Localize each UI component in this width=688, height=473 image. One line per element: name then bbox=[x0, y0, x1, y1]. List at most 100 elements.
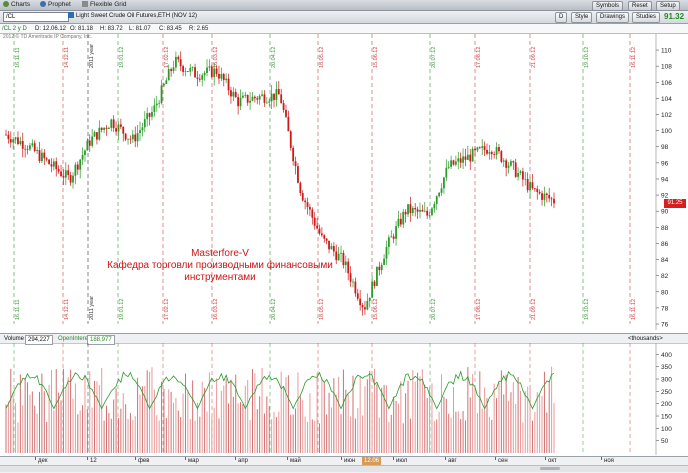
candle-body bbox=[469, 154, 472, 162]
candle-body bbox=[146, 113, 149, 120]
volume-axis-label: 200 bbox=[661, 401, 672, 408]
candle-body bbox=[158, 103, 161, 104]
price-axis-label: 84 bbox=[661, 257, 669, 264]
candle-body bbox=[210, 66, 213, 78]
candle-body bbox=[368, 297, 371, 301]
candle-body bbox=[45, 158, 48, 160]
scrollbar-thumb[interactable] bbox=[540, 467, 560, 470]
candle-body bbox=[490, 152, 493, 155]
candle-body bbox=[431, 208, 433, 216]
candle-body bbox=[414, 207, 417, 210]
annotation-line-2: Кафедра торговли производными финансовым… bbox=[107, 260, 333, 271]
menu-charts[interactable]: Charts bbox=[3, 1, 30, 9]
candle-body bbox=[445, 167, 448, 178]
drawings-button[interactable]: Drawings bbox=[596, 12, 630, 23]
candle-body bbox=[86, 140, 89, 151]
candle-body bbox=[222, 73, 225, 81]
candle-body bbox=[311, 209, 314, 218]
price-chart[interactable]: 1101081061041021009896949290888684828078… bbox=[0, 34, 688, 332]
date-marker-label-top: 16.11.11 bbox=[15, 47, 21, 68]
date-marker-label: 14.12.11 bbox=[64, 299, 70, 320]
setup-button[interactable]: Setup bbox=[656, 1, 680, 11]
reset-button[interactable]: Reset bbox=[628, 1, 652, 11]
candle-body bbox=[443, 177, 445, 189]
quote-info-bar: /CL 2 y D D: 12.06.12 O: 81.18 H: 83.72 … bbox=[0, 24, 688, 34]
quote-date: D: 12.06.12 bbox=[35, 26, 67, 32]
candle-body bbox=[38, 150, 41, 162]
candle-body bbox=[416, 209, 419, 212]
candle-body bbox=[24, 148, 27, 150]
candle-body bbox=[227, 78, 230, 91]
price-axis-label: 94 bbox=[661, 176, 669, 183]
month-label: 12 bbox=[90, 458, 97, 464]
candle-body bbox=[495, 147, 498, 155]
candle-body bbox=[340, 252, 342, 254]
date-marker-label-top: 20.07.12 bbox=[431, 47, 437, 68]
price-axis-label: 88 bbox=[661, 225, 669, 232]
candle-body bbox=[177, 56, 180, 60]
candle-body bbox=[536, 188, 539, 193]
candle-body bbox=[387, 237, 390, 247]
candle-body bbox=[299, 182, 302, 194]
candle-body bbox=[57, 169, 60, 172]
date-marker-label: 18.05.12 bbox=[319, 299, 325, 320]
candle-body bbox=[450, 160, 453, 167]
quote-range: R: 2.65 bbox=[189, 26, 209, 32]
symbol-input[interactable] bbox=[3, 12, 69, 22]
menu-prophet[interactable]: Prophet bbox=[40, 1, 71, 9]
prophet-icon bbox=[40, 1, 46, 7]
candle-body bbox=[186, 71, 189, 72]
month-label: апр bbox=[238, 458, 248, 464]
candle-body bbox=[270, 93, 273, 102]
candle-body bbox=[344, 261, 347, 266]
month-label: сен bbox=[498, 458, 508, 464]
date-marker-label: 2011 year bbox=[89, 296, 95, 320]
chart-toolbar: Light Sweet Crude Oil Futures,ETH (NOV 1… bbox=[0, 11, 688, 24]
period-label[interactable]: /CL 2 y D bbox=[2, 25, 27, 33]
candle-body bbox=[141, 127, 144, 131]
candle-body bbox=[246, 94, 249, 103]
candle-body bbox=[505, 160, 508, 168]
date-marker-label: 19.10.12 bbox=[584, 299, 590, 320]
date-marker-label: 16.11.11 bbox=[15, 299, 21, 320]
menu-prophet-label: Prophet bbox=[48, 1, 71, 8]
period-button[interactable]: D bbox=[555, 12, 568, 23]
style-button[interactable]: Style bbox=[571, 12, 593, 23]
menu-flexible-grid[interactable]: Flexible Grid bbox=[82, 1, 126, 9]
candle-body bbox=[371, 281, 374, 298]
month-label: июл bbox=[396, 458, 408, 464]
candle-body bbox=[545, 193, 548, 195]
candle-body bbox=[452, 160, 455, 165]
quote-open: O: 81.18 bbox=[70, 26, 94, 32]
date-marker-label: 21.09.12 bbox=[531, 299, 537, 320]
studies-button[interactable]: Studies bbox=[632, 12, 661, 23]
candle-body bbox=[253, 96, 256, 99]
candle-body bbox=[440, 188, 443, 193]
date-marker-label-top: 21.09.12 bbox=[531, 47, 537, 68]
date-marker-label: 19.01.12 bbox=[119, 299, 125, 320]
month-label: июн bbox=[344, 458, 356, 464]
volume-chart[interactable]: 400 350 300 250 200 150 100 50 bbox=[0, 343, 688, 455]
candle-body bbox=[69, 175, 72, 183]
candle-body bbox=[361, 305, 364, 308]
candle-body bbox=[323, 235, 326, 239]
candle-body bbox=[507, 165, 510, 168]
candle-body bbox=[119, 124, 122, 127]
menu-flexible-grid-label: Flexible Grid bbox=[90, 1, 127, 8]
price-axis-label: 98 bbox=[661, 144, 669, 151]
candle-body bbox=[249, 100, 251, 103]
candle-body bbox=[378, 266, 381, 271]
date-marker-label-top: 19.01.12 bbox=[119, 47, 125, 68]
candle-body bbox=[239, 97, 242, 107]
symbols-button[interactable]: Symbols bbox=[592, 1, 624, 11]
date-marker-label: 16.11.12 bbox=[631, 299, 637, 320]
horizontal-scrollbar[interactable] bbox=[0, 465, 688, 472]
candle-body bbox=[242, 95, 244, 98]
candle-body bbox=[354, 281, 357, 294]
candle-body bbox=[107, 127, 110, 129]
candle-body bbox=[498, 147, 500, 152]
candle-body bbox=[234, 91, 237, 98]
candle-body bbox=[203, 72, 206, 76]
date-marker-label: 20.04.12 bbox=[271, 299, 277, 320]
candle-body bbox=[258, 95, 261, 100]
